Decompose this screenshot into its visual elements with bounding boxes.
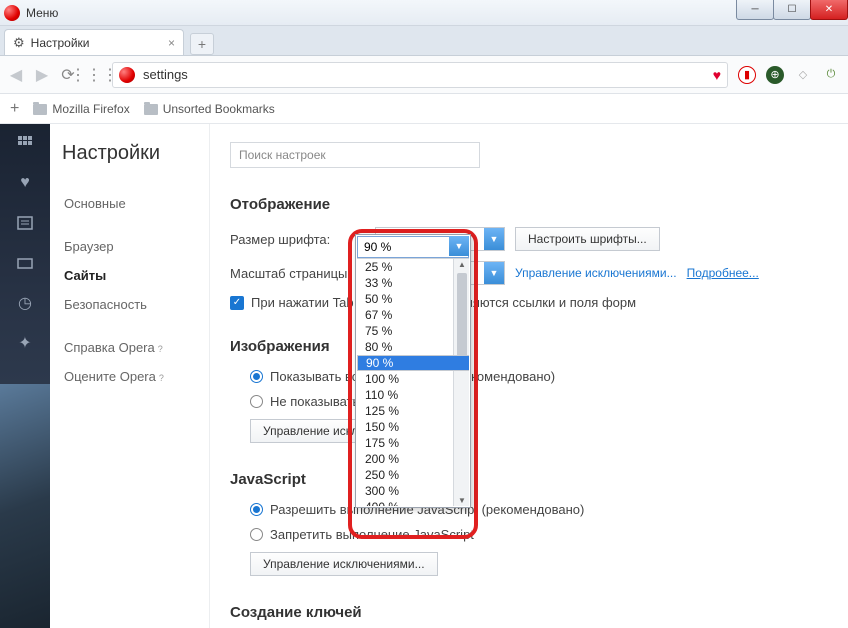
history-rail-icon[interactable]: ◷: [16, 294, 34, 312]
extension-icon-2[interactable]: ⊕: [766, 66, 784, 84]
maximize-button[interactable]: ☐: [773, 0, 811, 20]
forward-icon[interactable]: ▶: [34, 67, 50, 83]
images-hide-radio[interactable]: [250, 395, 263, 408]
dropdown-scrollbar[interactable]: ▲▼: [453, 259, 469, 506]
back-icon[interactable]: ◀: [8, 67, 24, 83]
dropdown-selected-display: 90 % ▼: [357, 236, 469, 258]
opera-logo-icon: [4, 5, 20, 21]
tab-title: Настройки: [31, 36, 90, 50]
sidebar-item-basic[interactable]: Основные: [62, 189, 197, 218]
window-titlebar: Меню ─ ☐ ✕: [0, 0, 848, 26]
section-javascript: JavaScript: [230, 471, 828, 488]
js-deny-radio[interactable]: [250, 528, 263, 541]
bookmark-folder-2[interactable]: Unsorted Bookmarks: [144, 102, 275, 116]
settings-content: Поиск настроек Отображение Размер шрифта…: [210, 124, 848, 628]
menu-button[interactable]: Меню: [26, 6, 58, 20]
page-zoom-label: Масштаб страницы:: [230, 266, 375, 281]
dropdown-list[interactable]: ▲▼ 25 %33 %50 %67 %75 %80 %90 %100 %110 …: [357, 258, 469, 506]
dropdown-option[interactable]: 90 %: [357, 355, 469, 371]
sidebar-item-browser[interactable]: Браузер: [62, 232, 197, 261]
section-display: Отображение: [230, 196, 828, 213]
rail-background: [0, 384, 50, 628]
power-icon[interactable]: ⏻: [822, 66, 840, 84]
speed-dial-icon[interactable]: ⋮⋮⋮: [86, 67, 102, 83]
font-size-label: Размер шрифта:: [230, 232, 375, 247]
js-exceptions-button[interactable]: Управление исключениями...: [250, 552, 438, 576]
bookmarks-bar: + Mozilla Firefox Unsorted Bookmarks: [0, 94, 848, 124]
url-input[interactable]: [143, 67, 707, 82]
manage-exceptions-link[interactable]: Управление исключениями...: [515, 266, 677, 280]
news-rail-icon[interactable]: [16, 214, 34, 232]
page-title: Настройки: [62, 142, 197, 165]
tab-settings[interactable]: ⚙ Настройки ×: [4, 29, 184, 55]
chevron-down-icon: ▼: [484, 262, 504, 284]
sidebar-item-help[interactable]: Справка Opera?: [62, 333, 197, 362]
bookmark-heart-icon[interactable]: ♥: [713, 67, 721, 83]
learn-more-link[interactable]: Подробнее...: [687, 266, 759, 280]
url-bar: ◀ ▶ ⟳ ⋮⋮⋮ ♥ ▮ ⊕ ◇ ⏻: [0, 56, 848, 94]
add-bookmark-button[interactable]: +: [10, 100, 19, 118]
extensions-rail-icon[interactable]: ✦: [16, 334, 34, 352]
configure-fonts-button[interactable]: Настроить шрифты...: [515, 227, 660, 251]
tab-close-icon[interactable]: ×: [168, 36, 175, 50]
sidebar-item-security[interactable]: Безопасность: [62, 290, 197, 319]
settings-sidebar: Настройки Основные Браузер Сайты Безопас…: [50, 124, 210, 628]
left-rail: ♥ ◷ ✦: [0, 124, 50, 628]
close-button[interactable]: ✕: [810, 0, 848, 20]
js-allow-radio[interactable]: [250, 503, 263, 516]
gear-icon: ⚙: [13, 35, 25, 51]
address-bar[interactable]: ♥: [112, 62, 728, 88]
folder-icon: [33, 104, 47, 115]
minimize-button[interactable]: ─: [736, 0, 774, 20]
extension-icon-1[interactable]: ▮: [738, 66, 756, 84]
search-input[interactable]: Поиск настроек: [230, 142, 480, 168]
opera-o-icon: [119, 67, 135, 83]
tabs-rail-icon[interactable]: [16, 254, 34, 272]
section-images: Изображения: [230, 338, 828, 355]
bookmarks-rail-icon[interactable]: ♥: [16, 174, 34, 192]
images-show-radio[interactable]: [250, 370, 263, 383]
tab-strip: ⚙ Настройки × +: [0, 26, 848, 56]
folder-icon: [144, 104, 158, 115]
zoom-dropdown-open[interactable]: 90 % ▼ ▲▼ 25 %33 %50 %67 %75 %80 %90 %10…: [355, 234, 471, 508]
section-keys: Создание ключей: [230, 604, 828, 621]
new-tab-button[interactable]: +: [190, 33, 214, 55]
bookmark-folder-1[interactable]: Mozilla Firefox: [33, 102, 129, 116]
sidebar-item-rate[interactable]: Оцените Opera?: [62, 362, 197, 391]
sidebar-item-websites[interactable]: Сайты: [62, 261, 197, 290]
chevron-down-icon: ▼: [449, 236, 469, 256]
chevron-down-icon: ▼: [484, 228, 504, 250]
speed-dial-rail-icon[interactable]: [16, 134, 34, 152]
js-deny-label: Запретить выполнение JavaScript: [270, 527, 474, 542]
shield-icon[interactable]: ◇: [794, 66, 812, 84]
tab-highlight-checkbox[interactable]: ✓: [230, 296, 244, 310]
